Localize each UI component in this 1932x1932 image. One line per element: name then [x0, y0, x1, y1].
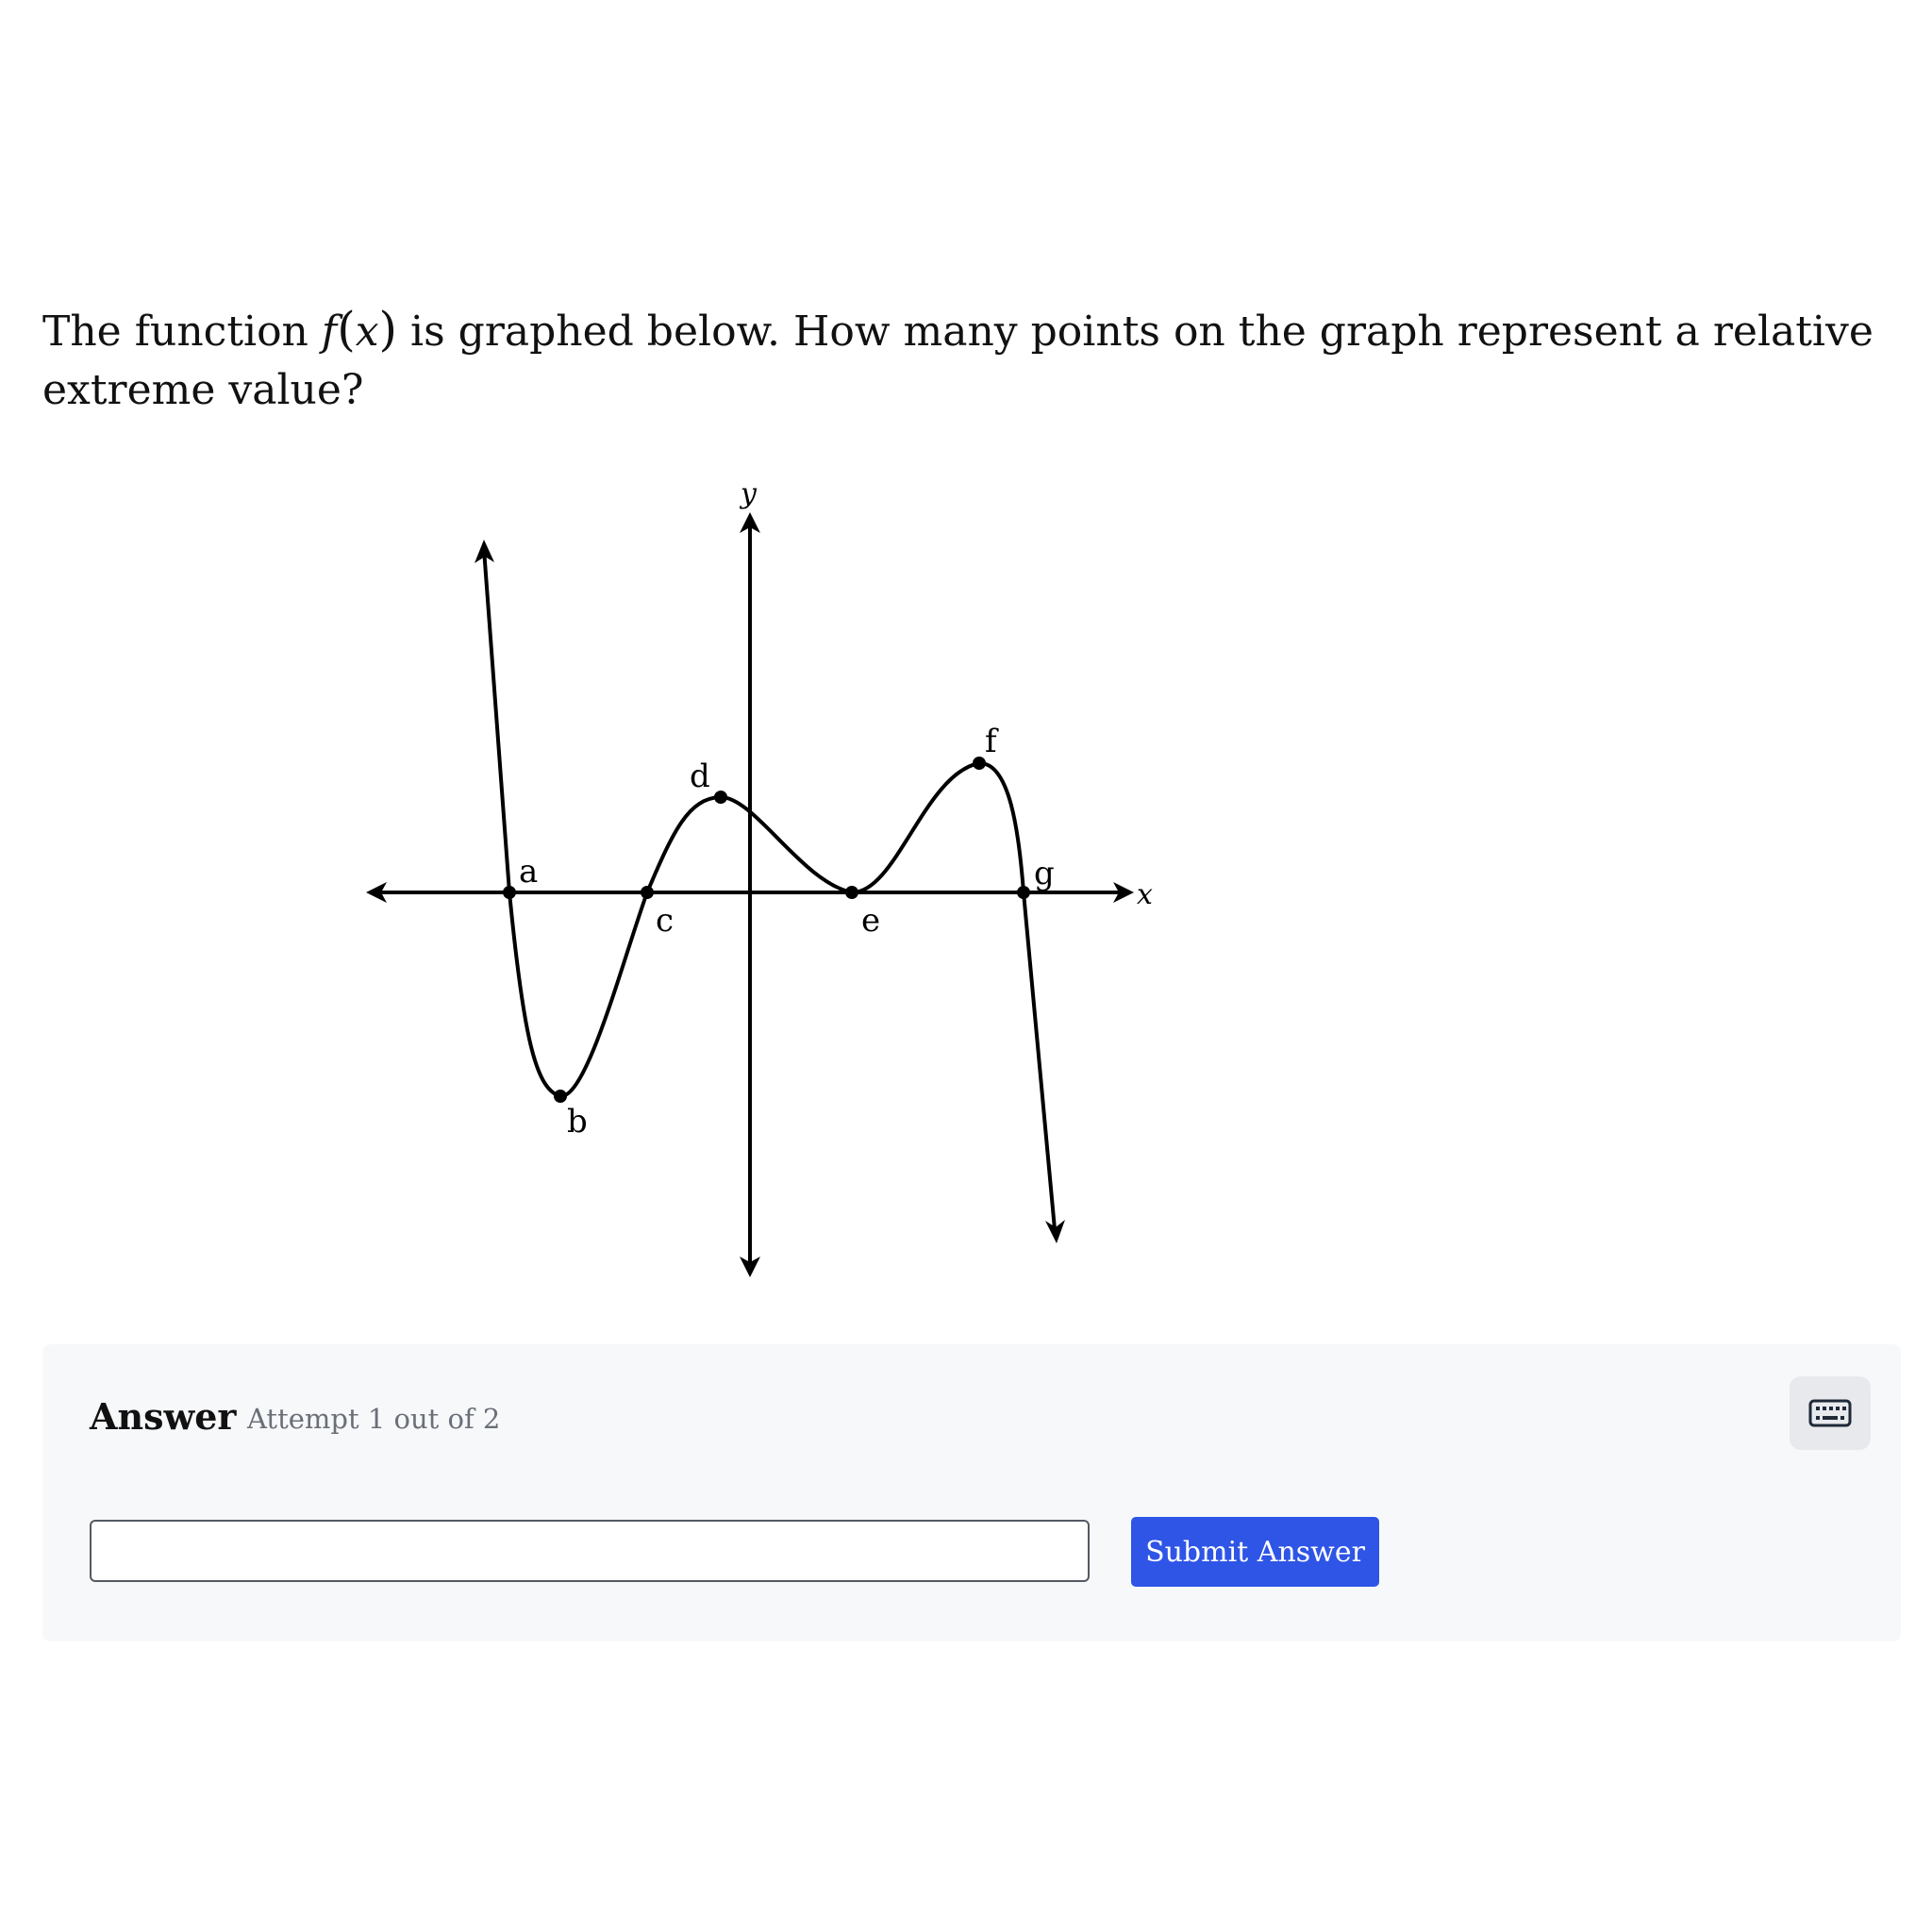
point-label-c: c [656, 902, 674, 940]
point-g [1017, 886, 1030, 899]
function-graph: x y a b c d e f g [366, 477, 1153, 1277]
answer-panel: Answer Attempt 1 out of 2 Submit Answer [42, 1344, 1901, 1641]
point-label-e: e [861, 902, 880, 940]
point-a [503, 886, 516, 899]
point-label-a: a [519, 853, 538, 891]
point-e [845, 886, 858, 899]
keyboard-icon [1808, 1399, 1852, 1427]
answer-title: Answer [90, 1395, 237, 1438]
point-label-b: b [567, 1103, 588, 1141]
point-label-g: g [1034, 855, 1055, 892]
y-axis-label: y [739, 477, 758, 510]
submit-answer-button[interactable]: Submit Answer [1131, 1517, 1379, 1587]
point-label-f: f [985, 723, 999, 760]
keyboard-toggle-button[interactable] [1790, 1376, 1871, 1450]
answer-input[interactable] [90, 1520, 1090, 1582]
point-d [714, 791, 727, 804]
point-label-d: d [690, 758, 710, 795]
point-c [641, 886, 654, 899]
point-f [973, 757, 986, 770]
attempt-counter: Attempt 1 out of 2 [247, 1403, 501, 1435]
point-b [554, 1090, 567, 1103]
x-axis-label: x [1137, 878, 1153, 911]
